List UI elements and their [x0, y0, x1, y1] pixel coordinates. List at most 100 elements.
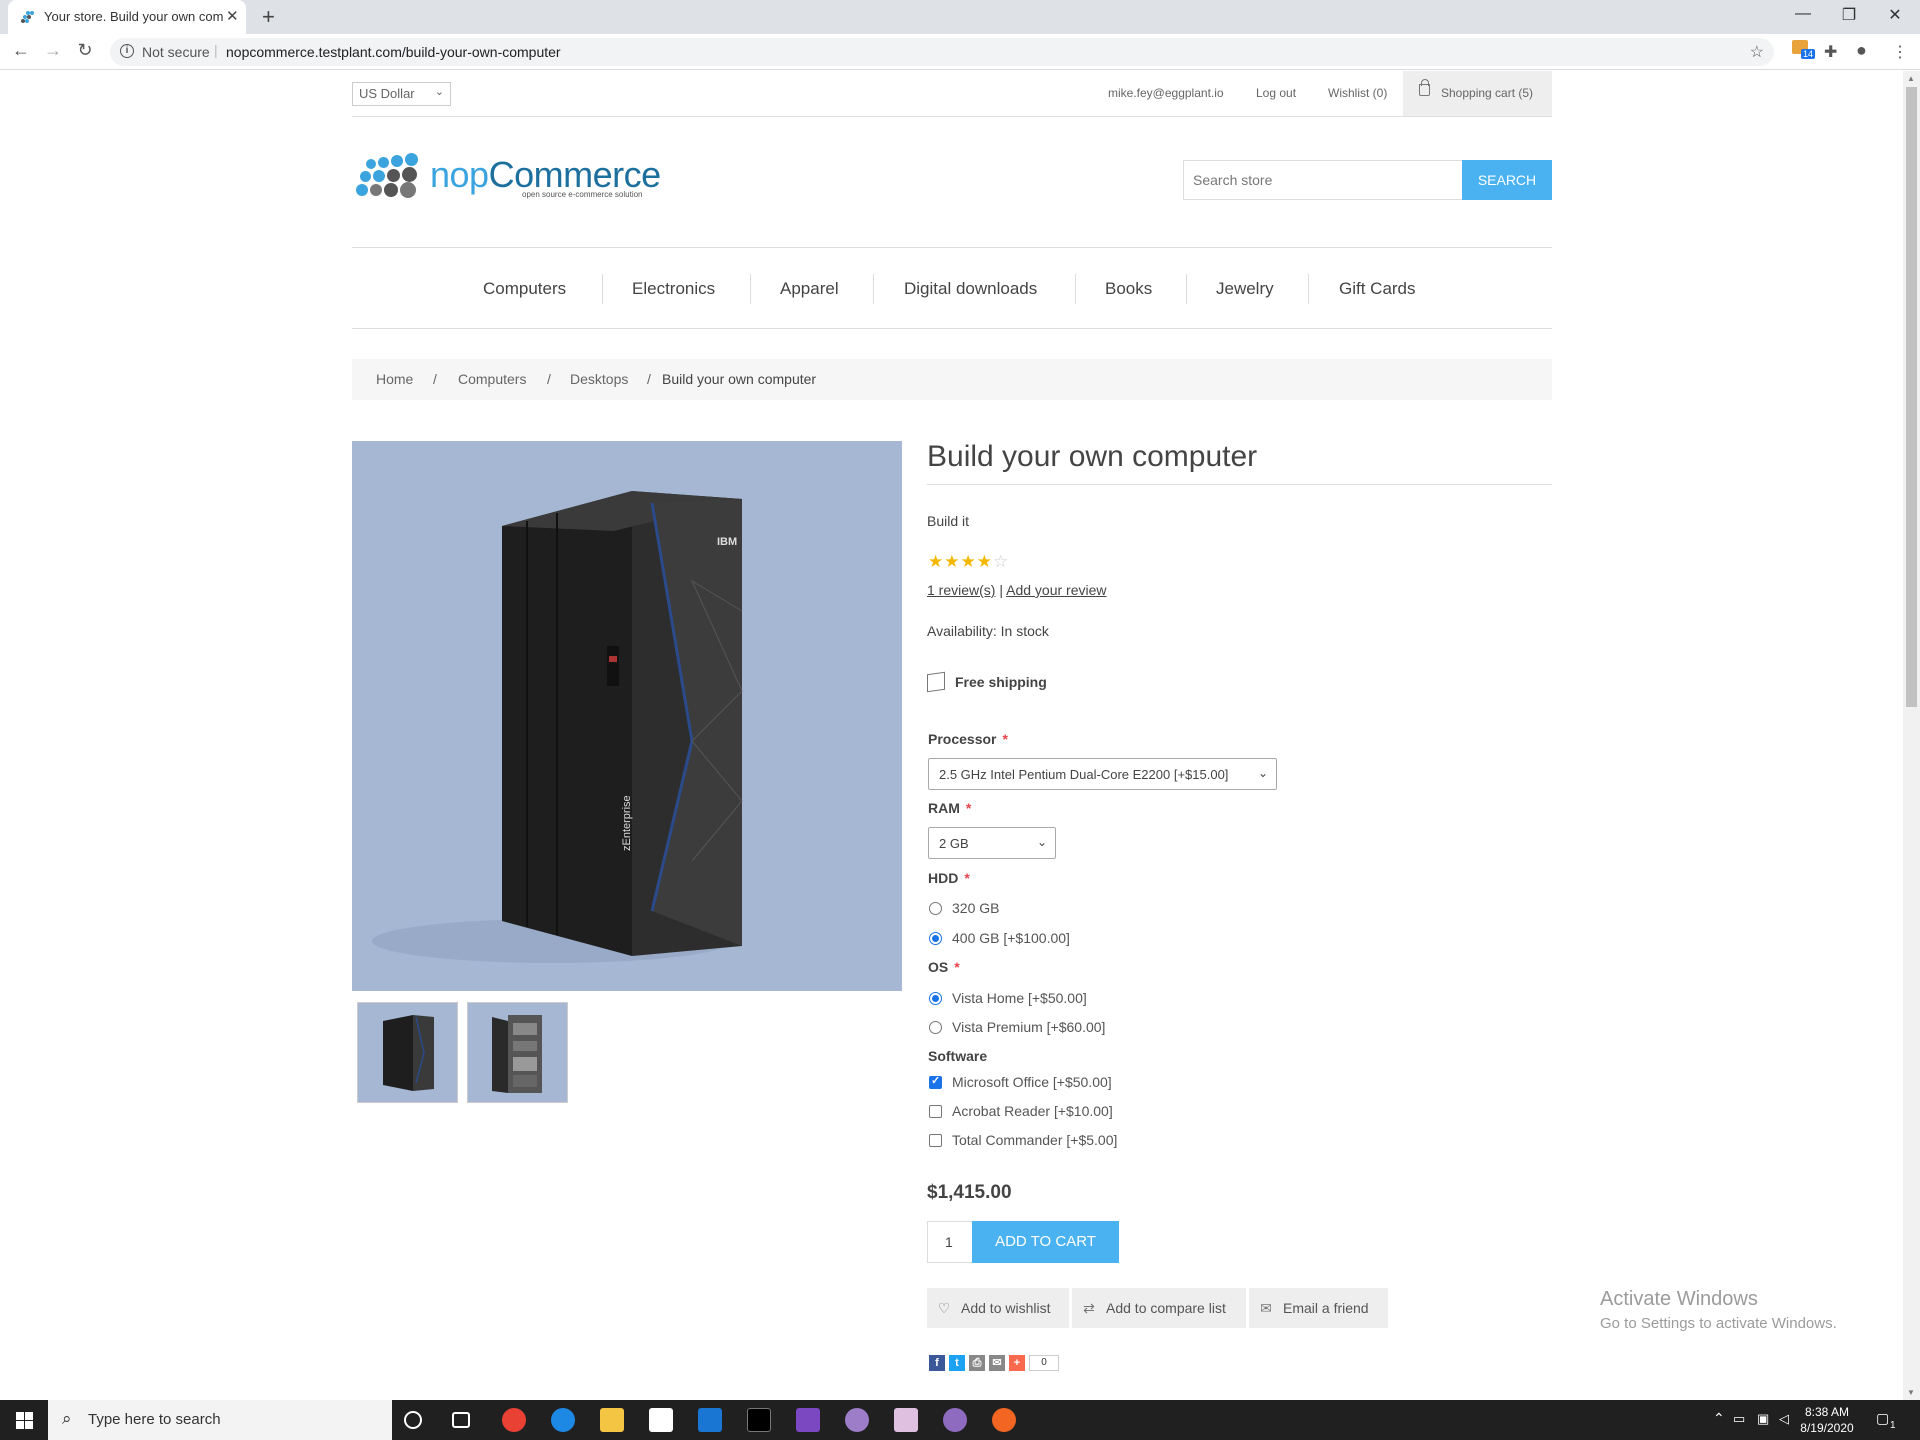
volume-icon[interactable]: ◁ — [1779, 1411, 1789, 1427]
back-icon[interactable]: ← — [9, 40, 33, 61]
info-icon[interactable]: i — [120, 44, 134, 58]
add-to-cart-button[interactable]: ADD TO CART — [972, 1221, 1119, 1263]
mail-icon[interactable] — [698, 1408, 722, 1432]
logout-link[interactable]: Log out — [1256, 86, 1296, 100]
os-option[interactable]: Vista Premium [+$60.00] — [929, 1019, 1105, 1035]
email-share-icon[interactable]: ✉ — [989, 1355, 1005, 1371]
extension-badge-count: 14 — [1801, 49, 1816, 59]
new-tab-icon[interactable]: + — [262, 4, 275, 30]
eggplant-icon[interactable] — [845, 1408, 869, 1432]
menu-item-electronics[interactable]: Electronics — [632, 279, 715, 299]
forward-icon[interactable]: → — [41, 40, 65, 61]
window-close-icon[interactable]: ✕ — [1872, 5, 1918, 25]
product-thumbnail[interactable] — [357, 1002, 458, 1103]
url-text[interactable]: nopcommerce.testplant.com/build-your-own… — [226, 44, 561, 60]
breadcrumb-desktops[interactable]: Desktops — [570, 371, 628, 387]
file-explorer-icon[interactable] — [600, 1408, 624, 1432]
chrome-icon[interactable] — [502, 1408, 526, 1432]
menu-item-digital-downloads[interactable]: Digital downloads — [904, 279, 1037, 299]
radio-button-selected[interactable] — [929, 992, 942, 1005]
account-link[interactable]: mike.fey@eggplant.io — [1108, 86, 1224, 100]
show-hidden-icons-icon[interactable]: ⌃ — [1713, 1410, 1725, 1427]
hdd-option[interactable]: 320 GB — [929, 900, 999, 916]
store-logo[interactable]: nopCommerce open source e-commerce solut… — [354, 150, 661, 210]
page-scrollbar[interactable]: ▲ ▼ — [1903, 71, 1920, 1400]
app-icon[interactable] — [894, 1408, 918, 1432]
os-option[interactable]: Vista Home [+$50.00] — [929, 990, 1087, 1006]
print-icon[interactable]: ⎙ — [969, 1355, 985, 1371]
add-to-wishlist-button[interactable]: ♡ Add to wishlist — [927, 1288, 1069, 1328]
network-icon[interactable]: ▣ — [1757, 1411, 1769, 1427]
title-divider — [927, 484, 1552, 485]
address-bar[interactable]: i Not secure | nopcommerce.testplant.com… — [110, 38, 1774, 66]
search-input[interactable]: Search store — [1183, 160, 1463, 200]
tab-close-icon[interactable]: ✕ — [226, 7, 239, 25]
extensions-puzzle-icon[interactable]: ✚ — [1824, 42, 1837, 62]
reviews-count-link[interactable]: 1 review(s) — [927, 582, 995, 598]
address-separator: | — [214, 42, 218, 58]
processor-select[interactable]: 2.5 GHz Intel Pentium Dual-Core E2200 [+… — [928, 758, 1277, 790]
add-review-link[interactable]: Add your review — [1006, 582, 1106, 598]
twitter-icon[interactable]: t — [949, 1355, 965, 1371]
software-option[interactable]: Total Commander [+$5.00] — [929, 1132, 1117, 1148]
quantity-input[interactable]: 1 — [927, 1221, 973, 1263]
menu-item-books[interactable]: Books — [1105, 279, 1152, 299]
shopping-cart-link[interactable]: Shopping cart (5) — [1403, 71, 1552, 116]
reload-icon[interactable]: ↻ — [73, 40, 97, 61]
software-option[interactable]: Acrobat Reader [+$10.00] — [929, 1103, 1113, 1119]
breadcrumb-computers[interactable]: Computers — [458, 371, 526, 387]
checkbox-checked[interactable] — [929, 1074, 942, 1089]
menu-item-computers[interactable]: Computers — [483, 279, 566, 299]
menu-item-gift-cards[interactable]: Gift Cards — [1339, 279, 1416, 299]
scroll-up-icon[interactable]: ▲ — [1907, 74, 1915, 83]
battery-icon[interactable]: ▭ — [1733, 1411, 1745, 1427]
star-filled-icon: ★ — [976, 552, 993, 571]
bookmark-star-icon[interactable]: ☆ — [1750, 42, 1764, 62]
breadcrumb-separator: / — [647, 371, 651, 387]
email-friend-button[interactable]: ✉ Email a friend — [1249, 1288, 1388, 1328]
extension-badge-icon[interactable]: 14 — [1792, 40, 1816, 59]
addthis-plus-icon[interactable]: + — [1009, 1355, 1025, 1371]
taskbar-search-box[interactable]: ⌕ Type here to search — [48, 1400, 392, 1440]
breadcrumb-home[interactable]: Home — [376, 371, 413, 387]
taskbar-clock[interactable]: 8:38 AM 8/19/2020 — [1792, 1404, 1862, 1436]
currency-select[interactable]: US Dollar ⌄ — [352, 82, 451, 106]
menu-item-jewelry[interactable]: Jewelry — [1216, 279, 1274, 299]
product-price: $1,415.00 — [927, 1182, 1012, 1203]
minimize-icon[interactable]: — — [1780, 5, 1826, 23]
menu-item-apparel[interactable]: Apparel — [780, 279, 839, 299]
windows-start-icon[interactable] — [0, 1400, 48, 1440]
search-button[interactable]: SEARCH — [1462, 160, 1552, 200]
facebook-icon[interactable]: f — [929, 1355, 945, 1371]
product-thumbnail[interactable] — [467, 1002, 568, 1103]
notification-center-icon[interactable]: ▢ — [1876, 1410, 1889, 1427]
browser-tab[interactable]: Your store. Build your own comp ✕ — [8, 0, 246, 34]
product-main-image[interactable]: IBM zEnterprise — [352, 441, 902, 991]
checkbox[interactable] — [929, 1105, 942, 1118]
radio-button[interactable] — [929, 902, 942, 915]
task-view-icon[interactable] — [452, 1412, 470, 1428]
checkbox[interactable] — [929, 1134, 942, 1147]
wishlist-link[interactable]: Wishlist (0) — [1328, 86, 1387, 100]
restore-icon[interactable]: ❐ — [1826, 5, 1872, 25]
radio-button-selected[interactable] — [929, 932, 942, 945]
terminal-icon[interactable] — [747, 1408, 771, 1432]
cortana-icon[interactable] — [404, 1411, 422, 1429]
eggplant-functional-icon[interactable] — [943, 1408, 967, 1432]
store-icon[interactable] — [649, 1408, 673, 1432]
add-to-compare-button[interactable]: ⇄ Add to compare list — [1072, 1288, 1246, 1328]
hdd-option[interactable]: 400 GB [+$100.00] — [929, 930, 1070, 946]
postman-icon[interactable] — [992, 1408, 1016, 1432]
scroll-down-icon[interactable]: ▼ — [1907, 1388, 1915, 1397]
software-option[interactable]: Microsoft Office [+$50.00] — [929, 1074, 1112, 1090]
required-mark: * — [964, 870, 970, 886]
ram-value: 2 GB — [939, 836, 969, 851]
edge-icon[interactable] — [551, 1408, 575, 1432]
ram-select[interactable]: 2 GB ⌄ — [928, 827, 1056, 859]
browser-menu-icon[interactable]: ⋮ — [1892, 42, 1908, 62]
radio-button[interactable] — [929, 1021, 942, 1034]
required-mark: * — [954, 959, 960, 975]
visual-studio-icon[interactable] — [796, 1408, 820, 1432]
profile-avatar-icon[interactable]: ● — [1856, 40, 1867, 61]
scrollbar-thumb[interactable] — [1906, 87, 1917, 707]
